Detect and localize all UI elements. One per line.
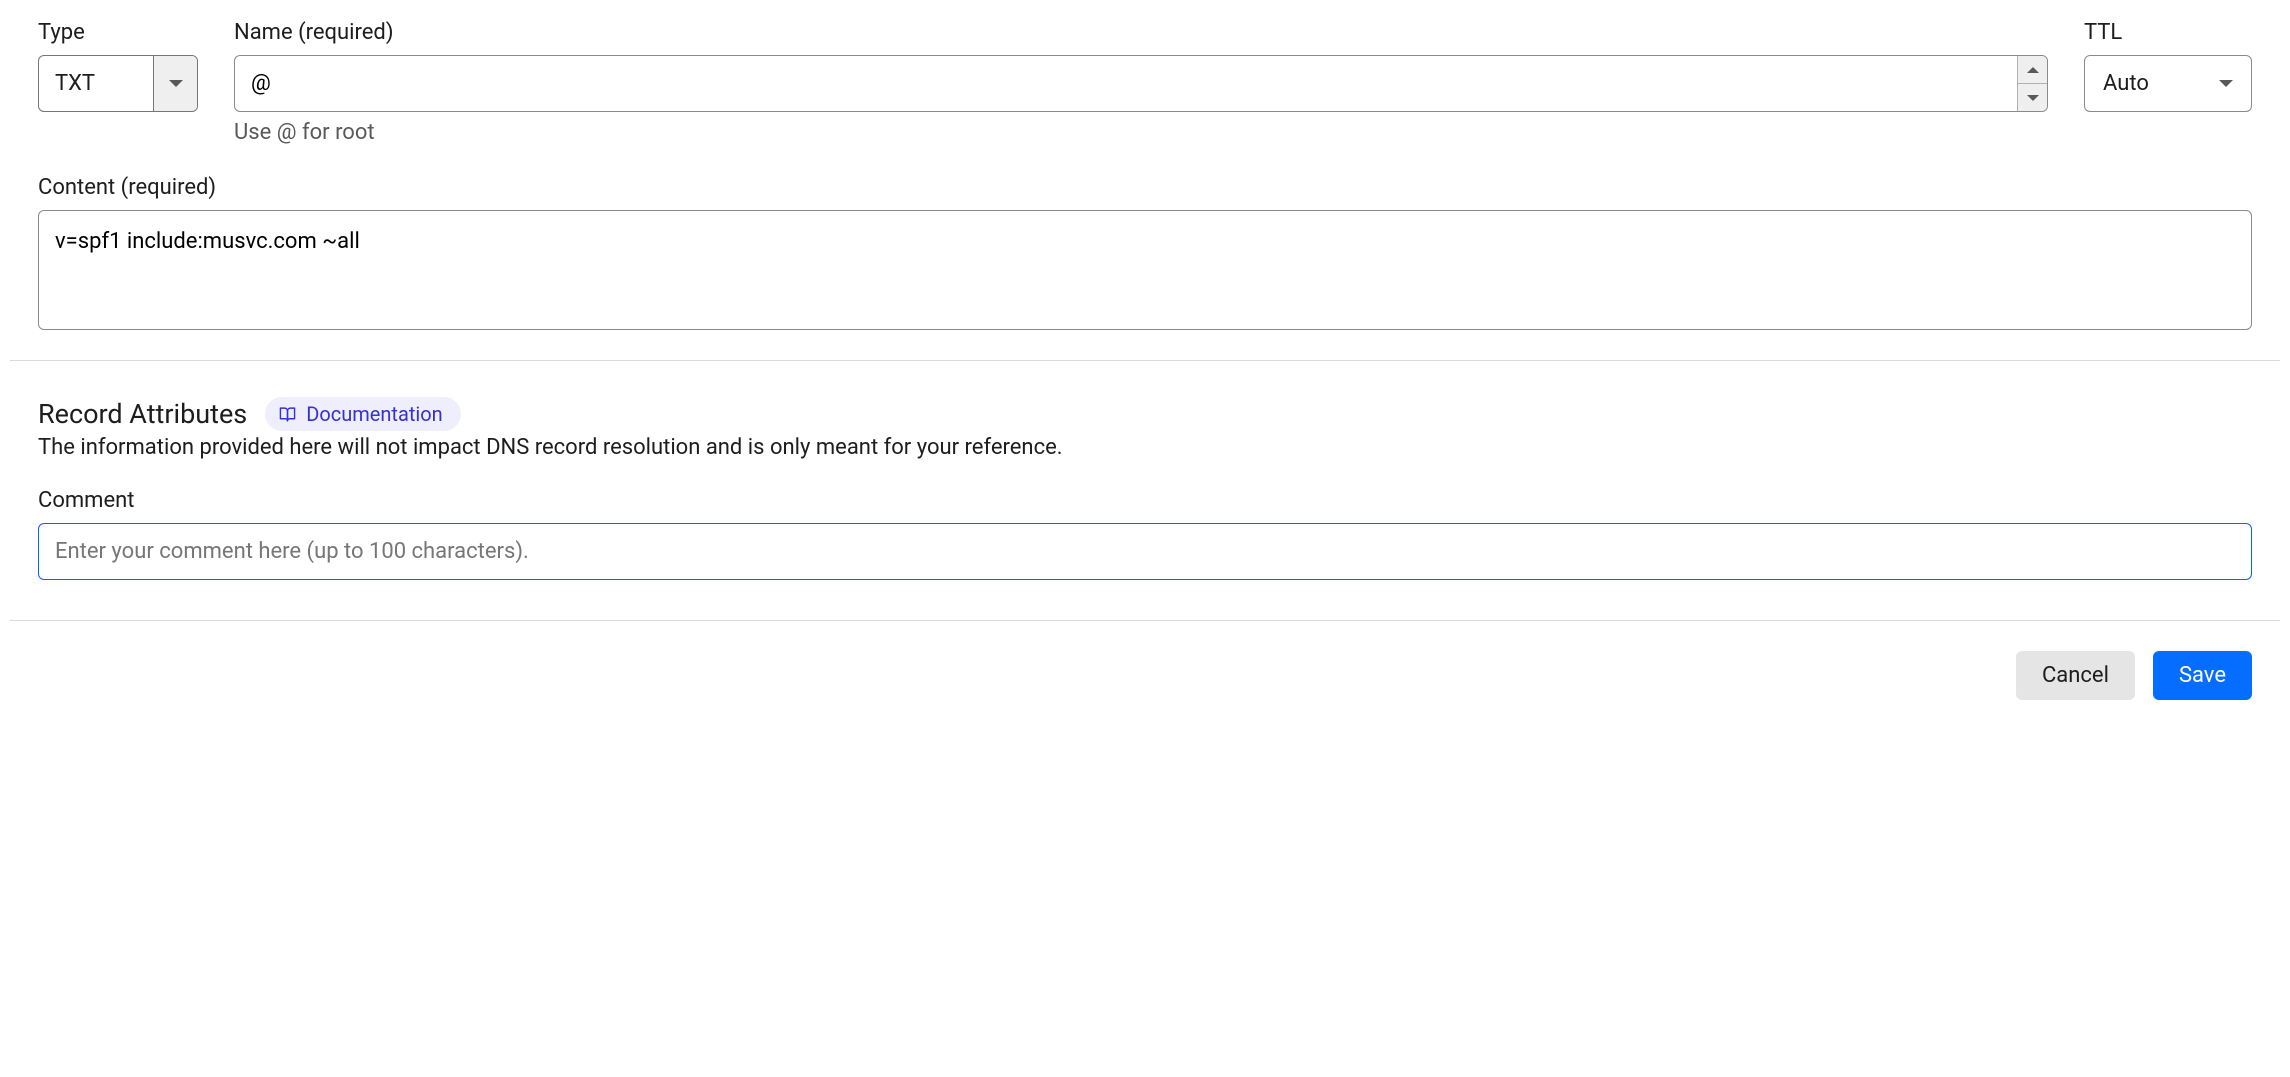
name-input[interactable] bbox=[235, 56, 2017, 111]
comment-input[interactable] bbox=[38, 523, 2252, 580]
divider bbox=[10, 360, 2280, 361]
type-label: Type bbox=[38, 20, 198, 45]
name-label: Name (required) bbox=[234, 20, 2048, 45]
chevron-up-icon bbox=[2027, 67, 2039, 73]
ttl-field-group: TTL Auto bbox=[2084, 20, 2252, 145]
chevron-down-icon bbox=[2027, 95, 2039, 101]
name-spinner-down[interactable] bbox=[2018, 84, 2047, 111]
attributes-title: Record Attributes bbox=[38, 398, 247, 430]
book-icon bbox=[279, 406, 296, 423]
type-select-value: TXT bbox=[39, 56, 153, 111]
documentation-link[interactable]: Documentation bbox=[265, 397, 461, 431]
record-top-row: Type TXT Name (required) Use @ for root … bbox=[38, 20, 2252, 145]
type-select[interactable]: TXT bbox=[38, 55, 198, 112]
ttl-select-value: Auto bbox=[2103, 71, 2149, 96]
comment-label: Comment bbox=[38, 488, 2252, 513]
name-helper: Use @ for root bbox=[234, 120, 2048, 145]
content-textarea[interactable] bbox=[38, 210, 2252, 330]
attributes-description: The information provided here will not i… bbox=[38, 435, 2252, 460]
ttl-select[interactable]: Auto bbox=[2084, 55, 2252, 112]
name-field-group: Name (required) Use @ for root bbox=[234, 20, 2048, 145]
comment-field-group: Comment bbox=[38, 488, 2252, 580]
documentation-label: Documentation bbox=[306, 402, 443, 426]
save-button[interactable]: Save bbox=[2153, 651, 2252, 700]
ttl-label: TTL bbox=[2084, 20, 2252, 45]
name-spinner-up[interactable] bbox=[2018, 56, 2047, 84]
type-select-box[interactable]: TXT bbox=[38, 55, 198, 112]
content-field-group: Content (required) bbox=[38, 175, 2252, 330]
chevron-down-icon bbox=[2219, 80, 2233, 87]
name-input-wrap bbox=[234, 55, 2048, 112]
chevron-down-icon bbox=[169, 80, 183, 87]
content-label: Content (required) bbox=[38, 175, 2252, 200]
type-field-group: Type TXT bbox=[38, 20, 198, 145]
divider bbox=[10, 620, 2280, 621]
name-spinner bbox=[2017, 56, 2047, 111]
attributes-header: Record Attributes Documentation bbox=[38, 397, 2252, 431]
action-buttons: Cancel Save bbox=[38, 651, 2252, 700]
type-select-trigger[interactable] bbox=[153, 56, 197, 111]
cancel-button[interactable]: Cancel bbox=[2016, 651, 2135, 700]
